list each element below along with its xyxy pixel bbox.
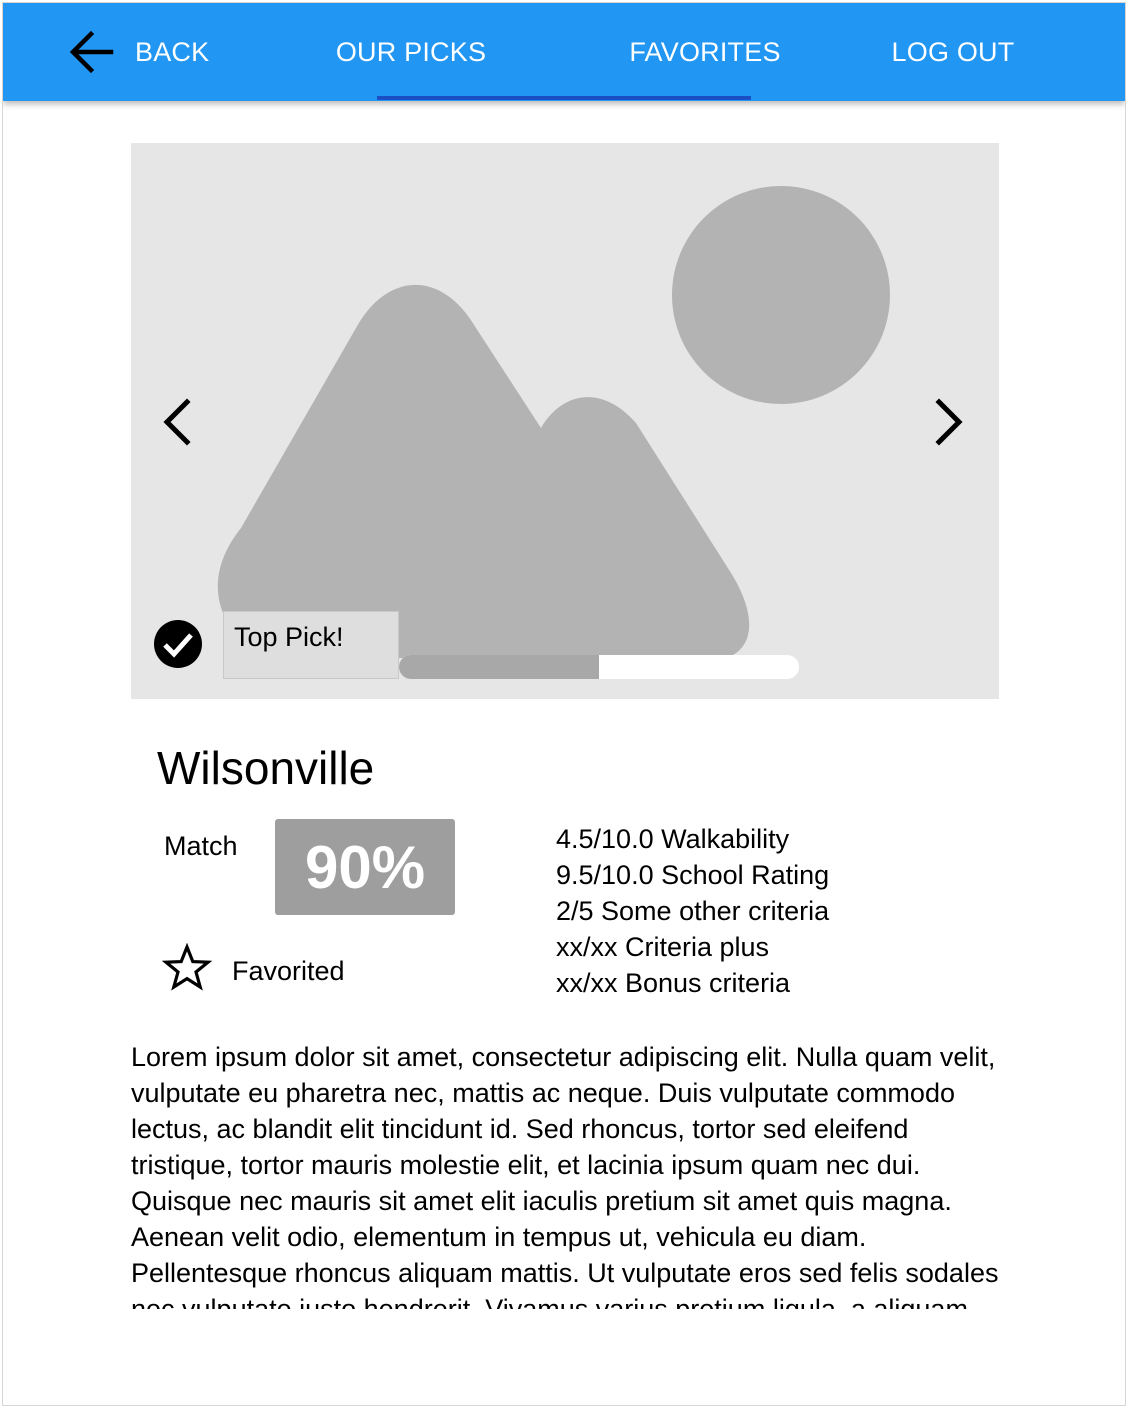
city-description: Lorem ipsum dolor sit amet, consectetur … [131,1042,999,1309]
criteria-item: xx/xx Bonus criteria [556,968,791,998]
back-label: BACK [135,36,210,67]
tab-label: LOG OUT [891,36,1015,67]
criteria-list: 4.5/10.0 Walkability 9.5/10.0 School Rat… [556,821,829,1001]
match-label: Match [164,831,238,861]
criteria-item: xx/xx Criteria plus [556,932,770,962]
top-pick-badge: Top Pick! [223,611,399,679]
tab-label: OUR PICKS [335,36,487,67]
carousel-progress-bar [399,655,799,679]
arrow-left-icon [69,30,114,74]
check-circle-icon [154,620,202,668]
active-tab-indicator [377,96,751,100]
match-score-badge: 90% [275,819,455,915]
app-window: BACK OUR PICKS FAVORITES LOG OUT Top Pic… [2,2,1126,1406]
tab-label: FAVORITES [629,36,781,67]
star-outline-icon[interactable] [162,943,212,993]
tab-our-picks[interactable]: OUR PICKS [331,3,491,101]
tab-log-out[interactable]: LOG OUT [883,3,1023,101]
chevron-left-icon[interactable] [155,392,199,452]
tab-favorites[interactable]: FAVORITES [615,3,795,101]
carousel-progress-fill [399,655,599,679]
criteria-item: 9.5/10.0 School Rating [556,860,830,890]
criteria-item: 4.5/10.0 Walkability [556,824,790,854]
app-bar: BACK OUR PICKS FAVORITES LOG OUT [3,3,1125,101]
image-carousel[interactable]: Top Pick! [131,143,999,699]
criteria-item: 2/5 Some other criteria [556,896,830,926]
chevron-right-icon[interactable] [927,392,971,452]
back-button[interactable]: BACK [65,3,235,101]
favorited-label: Favorited [232,956,345,986]
city-title: Wilsonville [157,742,375,794]
